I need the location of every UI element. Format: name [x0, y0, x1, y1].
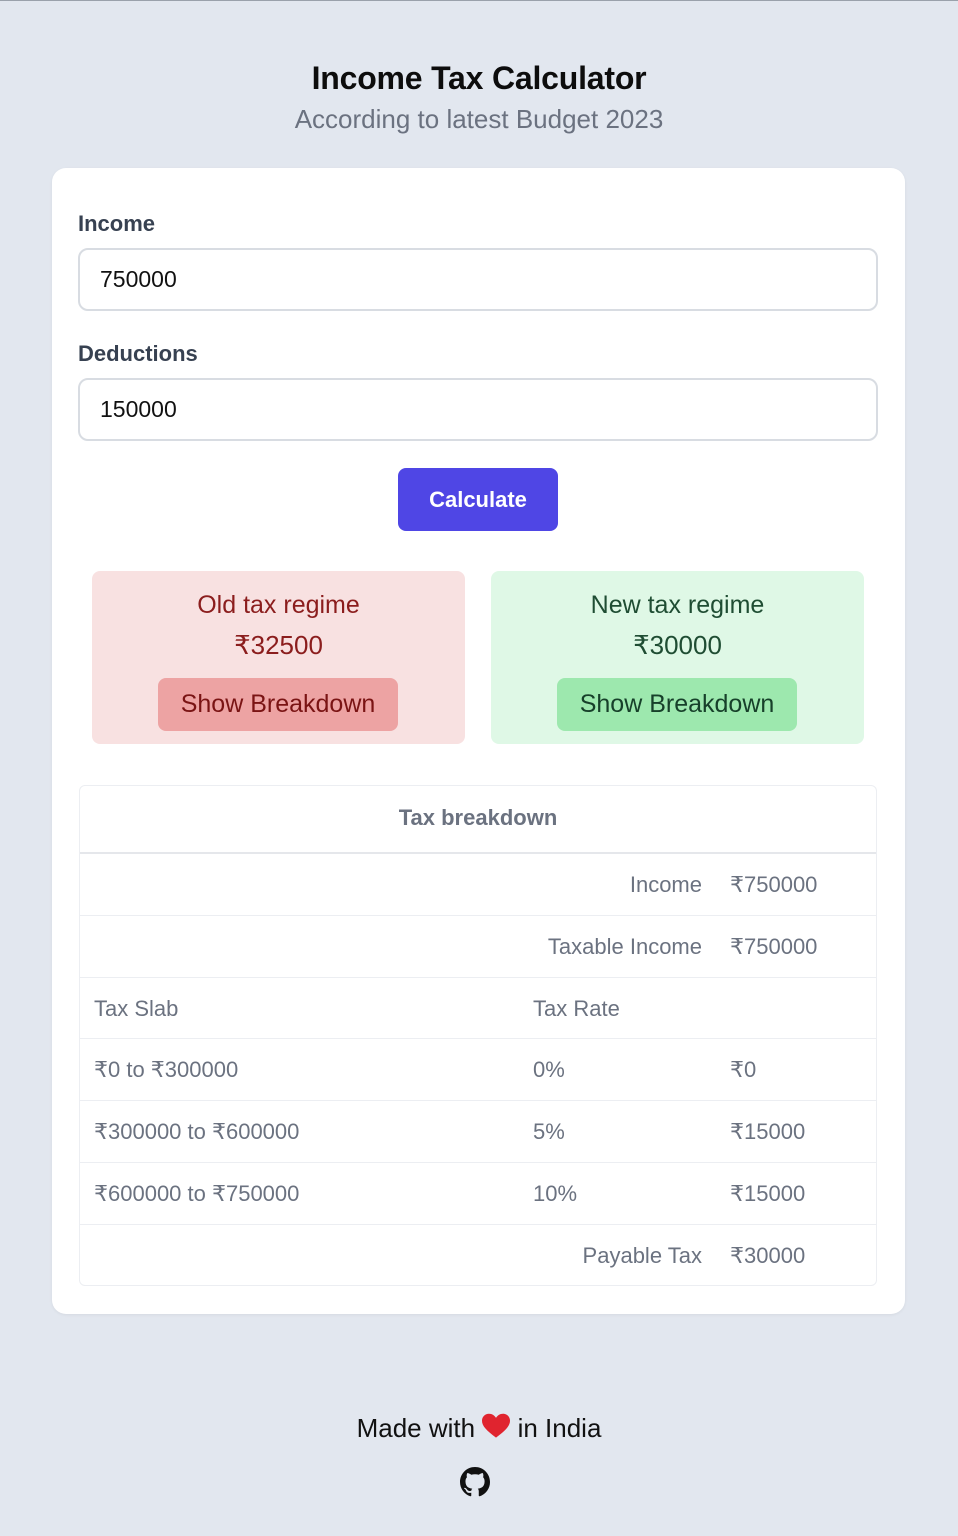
payable-tax-row: Payable Tax ₹30000 [80, 1225, 876, 1285]
table-caption: Tax breakdown [80, 786, 876, 854]
income-row: Income ₹750000 [80, 854, 876, 916]
calculator-card: Income Deductions Calculate Old tax regi… [52, 168, 905, 1314]
page-subtitle: According to latest Budget 2023 [294, 104, 664, 134]
slab-cell: ₹0 to ₹300000 [94, 1057, 239, 1083]
column-header-rate: Tax Rate [533, 995, 620, 1021]
deductions-input[interactable] [78, 378, 878, 441]
income-row-label: Income [629, 872, 702, 897]
tax-cell: ₹15000 [730, 1180, 806, 1206]
tax-cell: ₹0 [730, 1057, 757, 1083]
rate-cell: 0% [533, 1057, 565, 1083]
github-icon[interactable] [460, 1467, 490, 1497]
heart-icon [482, 1413, 511, 1446]
new-regime-card: New tax regime ₹30000 Show Breakdown [491, 571, 864, 744]
table-row: ₹600000 to ₹750000 10% ₹15000 [80, 1163, 876, 1225]
table-header-row: Tax Slab Tax Rate [80, 978, 876, 1040]
footer: Made with in India [0, 1413, 958, 1446]
old-regime-title: Old tax regime [197, 591, 360, 619]
payable-tax-value: ₹30000 [730, 1242, 806, 1268]
taxable-income-row: Taxable Income ₹750000 [80, 916, 876, 978]
tax-cell: ₹15000 [730, 1119, 806, 1145]
old-show-breakdown-button[interactable]: Show Breakdown [158, 678, 398, 731]
new-regime-title: New tax regime [590, 591, 765, 619]
new-regime-amount: ₹30000 [633, 630, 722, 660]
payable-tax-label: Payable Tax [582, 1242, 702, 1268]
taxable-income-label: Taxable Income [547, 933, 702, 959]
column-header-slab: Tax Slab [94, 995, 179, 1021]
slab-cell: ₹300000 to ₹600000 [94, 1119, 300, 1145]
new-show-breakdown-button[interactable]: Show Breakdown [557, 678, 797, 731]
income-label: Income [78, 211, 156, 236]
old-regime-card: Old tax regime ₹32500 Show Breakdown [92, 571, 465, 744]
deductions-label: Deductions [78, 341, 198, 366]
calculate-button[interactable]: Calculate [398, 468, 558, 531]
page-header: Income Tax Calculator According to lates… [0, 58, 958, 136]
old-regime-amount: ₹32500 [234, 630, 323, 660]
income-input[interactable] [78, 248, 878, 311]
footer-text-after: in India [517, 1413, 602, 1443]
income-row-value: ₹750000 [730, 872, 818, 897]
table-row: ₹0 to ₹300000 0% ₹0 [80, 1039, 876, 1102]
rate-cell: 10% [533, 1180, 578, 1206]
rate-cell: 5% [533, 1119, 565, 1145]
page-title: Income Tax Calculator [311, 60, 647, 96]
table-row: ₹300000 to ₹600000 5% ₹15000 [80, 1101, 876, 1163]
tax-breakdown-table: Tax breakdown Income ₹750000 Taxable Inc… [79, 785, 877, 1286]
slab-cell: ₹600000 to ₹750000 [94, 1180, 300, 1206]
taxable-income-value: ₹750000 [730, 933, 818, 959]
footer-text-before: Made with [356, 1413, 476, 1443]
